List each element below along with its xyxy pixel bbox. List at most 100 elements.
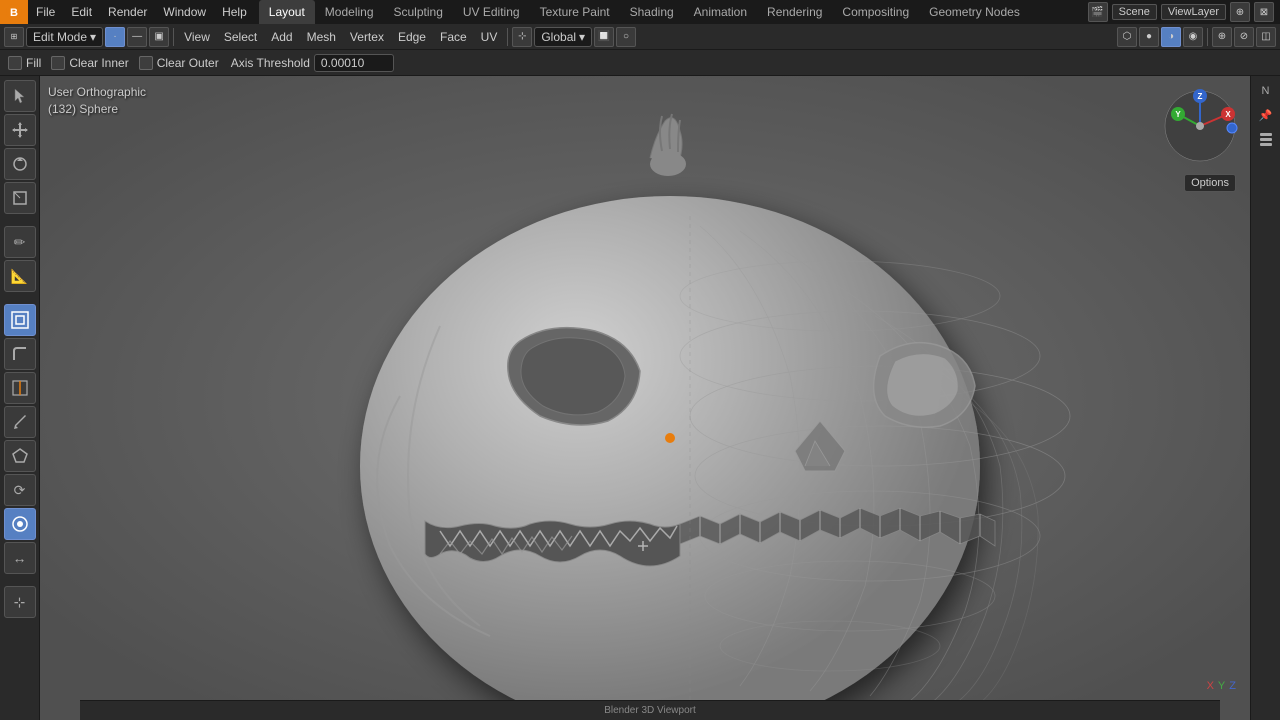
tool-rotate[interactable] <box>4 148 36 180</box>
overlay-toggle[interactable]: ⊘ <box>1234 27 1254 47</box>
material-shading-btn[interactable]: ◑ <box>1161 27 1181 47</box>
toolbar-row: ⊞ Edit Mode ▾ · — ▣ View Select Add Mesh… <box>0 24 1280 50</box>
fill-label: Fill <box>26 56 41 70</box>
menu-window[interactable]: Window <box>155 0 214 24</box>
left-toolbar: ✏ 📐 ⟳ ↔ ⊹ <box>0 76 40 720</box>
view-menu[interactable]: View <box>178 28 216 46</box>
mesh-menu[interactable]: Mesh <box>301 28 342 46</box>
tool-smooth-vertex[interactable] <box>4 508 36 540</box>
pumpkin-render <box>40 76 1250 720</box>
tab-modeling[interactable]: Modeling <box>315 0 384 24</box>
tool-transform[interactable]: ⊹ <box>4 586 36 618</box>
menu-edit[interactable]: Edit <box>63 0 100 24</box>
y-axis-label: Y <box>1218 680 1225 692</box>
vertex-mode-btn[interactable]: · <box>105 27 125 47</box>
proportional-icon[interactable]: ○ <box>616 27 636 47</box>
viewport-bottom-strip: Blender 3D Viewport <box>80 700 1220 720</box>
axis-threshold-group: Axis Threshold <box>231 54 394 72</box>
tab-animation[interactable]: Animation <box>684 0 757 24</box>
edge-mode-btn[interactable]: — <box>127 27 147 47</box>
tool-measure[interactable]: 📐 <box>4 260 36 292</box>
header-right: 🎬 Scene ViewLayer ⊕ ⊠ <box>1088 2 1280 22</box>
face-mode-btn[interactable]: ▣ <box>149 27 169 47</box>
workspace-tabs: Layout Modeling Sculpting UV Editing Tex… <box>259 0 1030 24</box>
tool-scale[interactable] <box>4 182 36 214</box>
clear-outer-checkbox[interactable] <box>139 56 153 70</box>
tool-bevel[interactable] <box>4 338 36 370</box>
top-menubar: B File Edit Render Window Help Layout Mo… <box>0 0 1280 24</box>
pin-icon[interactable]: 📌 <box>1255 104 1277 126</box>
viewport-gizmo[interactable]: X Y Z <box>1160 86 1240 166</box>
mode-label: Edit Mode <box>33 30 87 44</box>
tool-spin[interactable]: ⟳ <box>4 474 36 506</box>
blender-logo: B <box>0 0 28 24</box>
x-axis-label: X <box>1207 680 1214 692</box>
menu-help[interactable]: Help <box>214 0 255 24</box>
axis-labels: X Y Z <box>1207 680 1236 692</box>
tab-shading[interactable]: Shading <box>620 0 684 24</box>
tool-edge-slide[interactable]: ↔ <box>4 542 36 574</box>
overlay-icon[interactable]: ⊕ <box>1230 2 1250 22</box>
face-menu[interactable]: Face <box>434 28 473 46</box>
menu-file[interactable]: File <box>28 0 63 24</box>
snapping-icon[interactable]: 🔲 <box>594 27 614 47</box>
sep3 <box>1207 28 1208 46</box>
options-button[interactable]: Options <box>1184 174 1236 192</box>
select-menu[interactable]: Select <box>218 28 263 46</box>
orientation-dropdown[interactable]: Global ▾ <box>534 27 592 47</box>
context-menu-icon[interactable]: ⊞ <box>4 27 24 47</box>
fill-checkbox-item[interactable]: Fill <box>8 56 41 70</box>
tab-uv-editing[interactable]: UV Editing <box>453 0 530 24</box>
clear-inner-label: Clear Inner <box>69 56 128 70</box>
tab-rendering[interactable]: Rendering <box>757 0 832 24</box>
orientation-label: Global <box>541 30 576 44</box>
tool-poly-build[interactable] <box>4 440 36 472</box>
tool-move[interactable] <box>4 114 36 146</box>
viewlayer-selector[interactable]: ViewLayer <box>1161 4 1226 20</box>
svg-text:X: X <box>1225 110 1231 119</box>
svg-text:B: B <box>10 7 18 19</box>
vertex-menu[interactable]: Vertex <box>344 28 390 46</box>
viewport-canvas: User Orthographic (132) Sphere X Y Z <box>40 76 1250 720</box>
tab-sculpting[interactable]: Sculpting <box>384 0 453 24</box>
uv-menu[interactable]: UV <box>475 28 504 46</box>
transform-icon[interactable]: ⊹ <box>512 27 532 47</box>
edit-mode-dropdown[interactable]: Edit Mode ▾ <box>26 27 103 47</box>
tab-geometry-nodes[interactable]: Geometry Nodes <box>919 0 1030 24</box>
tab-texture-paint[interactable]: Texture Paint <box>530 0 620 24</box>
menu-render[interactable]: Render <box>100 0 155 24</box>
right-toolbar: N 📌 <box>1250 76 1280 720</box>
svg-text:Y: Y <box>1175 110 1181 119</box>
status-text: Blender 3D Viewport <box>604 705 696 716</box>
gizmo-toggle[interactable]: ⊕ <box>1212 27 1232 47</box>
tab-layout[interactable]: Layout <box>259 0 315 24</box>
axis-threshold-input[interactable] <box>314 54 394 72</box>
tool-knife[interactable] <box>4 406 36 438</box>
solid-shading-btn[interactable]: ● <box>1139 27 1159 47</box>
xray-icon[interactable]: ⊠ <box>1254 2 1274 22</box>
scene-icon: 🎬 <box>1088 2 1108 22</box>
clear-inner-checkbox[interactable] <box>51 56 65 70</box>
fill-checkbox[interactable] <box>8 56 22 70</box>
edge-menu[interactable]: Edge <box>392 28 432 46</box>
operator-options-row: Fill Clear Inner Clear Outer Axis Thresh… <box>0 50 1280 76</box>
axis-threshold-label: Axis Threshold <box>231 56 310 70</box>
add-menu[interactable]: Add <box>265 28 298 46</box>
tool-annotate[interactable]: ✏ <box>4 226 36 258</box>
sep1 <box>173 28 174 46</box>
clear-outer-checkbox-item[interactable]: Clear Outer <box>139 56 219 70</box>
tool-loop-cut[interactable] <box>4 372 36 404</box>
viewport-3d[interactable]: User Orthographic (132) Sphere X Y Z <box>40 76 1250 720</box>
layers-icon[interactable] <box>1255 128 1277 150</box>
tool-cursor[interactable] <box>4 80 36 112</box>
xray-toggle[interactable]: ◫ <box>1256 27 1276 47</box>
scene-selector[interactable]: Scene <box>1112 4 1157 20</box>
wireframe-shading-btn[interactable]: ⬡ <box>1117 27 1137 47</box>
rendered-shading-btn[interactable]: ◉ <box>1183 27 1203 47</box>
z-axis-label: Z <box>1229 680 1236 692</box>
tool-inset-faces[interactable] <box>4 304 36 336</box>
tab-compositing[interactable]: Compositing <box>832 0 919 24</box>
clear-inner-checkbox-item[interactable]: Clear Inner <box>51 56 128 70</box>
properties-panel-btn[interactable]: N <box>1255 80 1277 102</box>
viewport-shading-group: ⬡ ● ◑ ◉ ⊕ ⊘ ◫ <box>1117 27 1276 47</box>
